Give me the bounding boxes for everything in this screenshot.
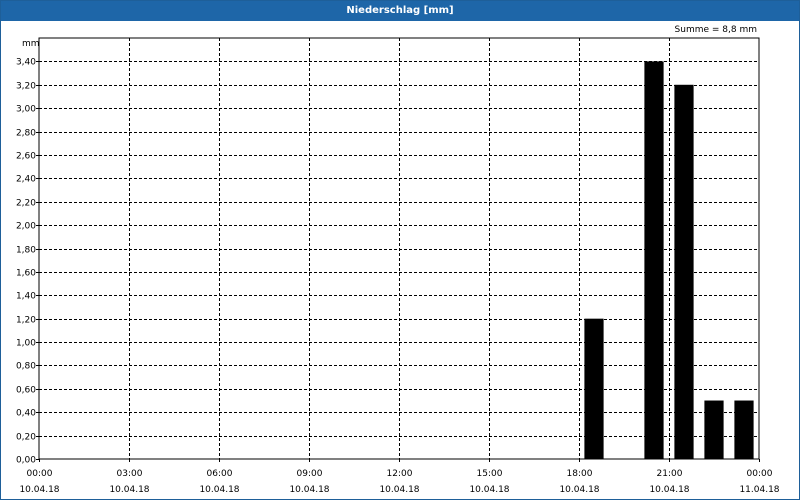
x-tick-time-label: 06:00 (207, 469, 233, 479)
y-tick-label: 0,40 (16, 409, 36, 419)
x-tick-time-label: 09:00 (297, 469, 323, 479)
y-tick-label: 3,00 (16, 105, 36, 115)
y-tick-label: 1,20 (16, 316, 36, 326)
x-tick-date-label: 10.04.18 (559, 485, 599, 495)
x-tick-date-label: 10.04.18 (289, 485, 329, 495)
y-tick-label: 1,40 (16, 292, 36, 302)
y-tick-label: 2,60 (16, 152, 36, 162)
x-tick-date-label: 10.04.18 (199, 485, 239, 495)
x-tick-date-label: 10.04.18 (109, 485, 149, 495)
precipitation-bar (644, 61, 664, 460)
precipitation-bar (584, 318, 604, 459)
x-tick-time-label: 03:00 (117, 469, 143, 479)
y-tick-label: 2,00 (16, 222, 36, 232)
y-tick-label: 3,40 (16, 58, 36, 68)
y-tick-label: 0,80 (16, 362, 36, 372)
y-tick-label: 2,40 (16, 175, 36, 185)
y-tick-label: 2,20 (16, 199, 36, 209)
x-tick-time-label: 18:00 (567, 469, 593, 479)
x-tick-time-label: 00:00 (27, 469, 53, 479)
x-tick-time-label: 12:00 (387, 469, 413, 479)
y-tick-label: 1,80 (16, 246, 36, 256)
y-tick-label: 1,00 (16, 339, 36, 349)
x-tick-date-label: 10.04.18 (469, 485, 509, 495)
x-tick-date-label: 10.04.18 (19, 485, 59, 495)
y-tick-label: 1,60 (16, 269, 36, 279)
precipitation-bar (734, 400, 754, 459)
x-tick-date-label: 10.04.18 (649, 485, 689, 495)
x-tick-time-label: 00:00 (747, 469, 773, 479)
precipitation-bar (674, 84, 694, 460)
x-tick-time-label: 15:00 (477, 469, 503, 479)
y-tick-label: 0,20 (16, 433, 36, 443)
x-tick-date-label: 10.04.18 (379, 485, 419, 495)
x-tick-date-label: 11.04.18 (739, 485, 779, 495)
y-tick-label: 0,00 (16, 456, 36, 466)
precipitation-bar (704, 400, 724, 459)
y-tick-label: 3,20 (16, 82, 36, 92)
x-tick-time-label: 21:00 (657, 469, 683, 479)
y-tick-label: 2,80 (16, 129, 36, 139)
precipitation-bar-chart: 0,00 0,20 0,40 0,60 0,80 1,00 1,20 1,40 1,60 1,80… (16, 37, 780, 495)
y-tick-label: 0,60 (16, 386, 36, 396)
